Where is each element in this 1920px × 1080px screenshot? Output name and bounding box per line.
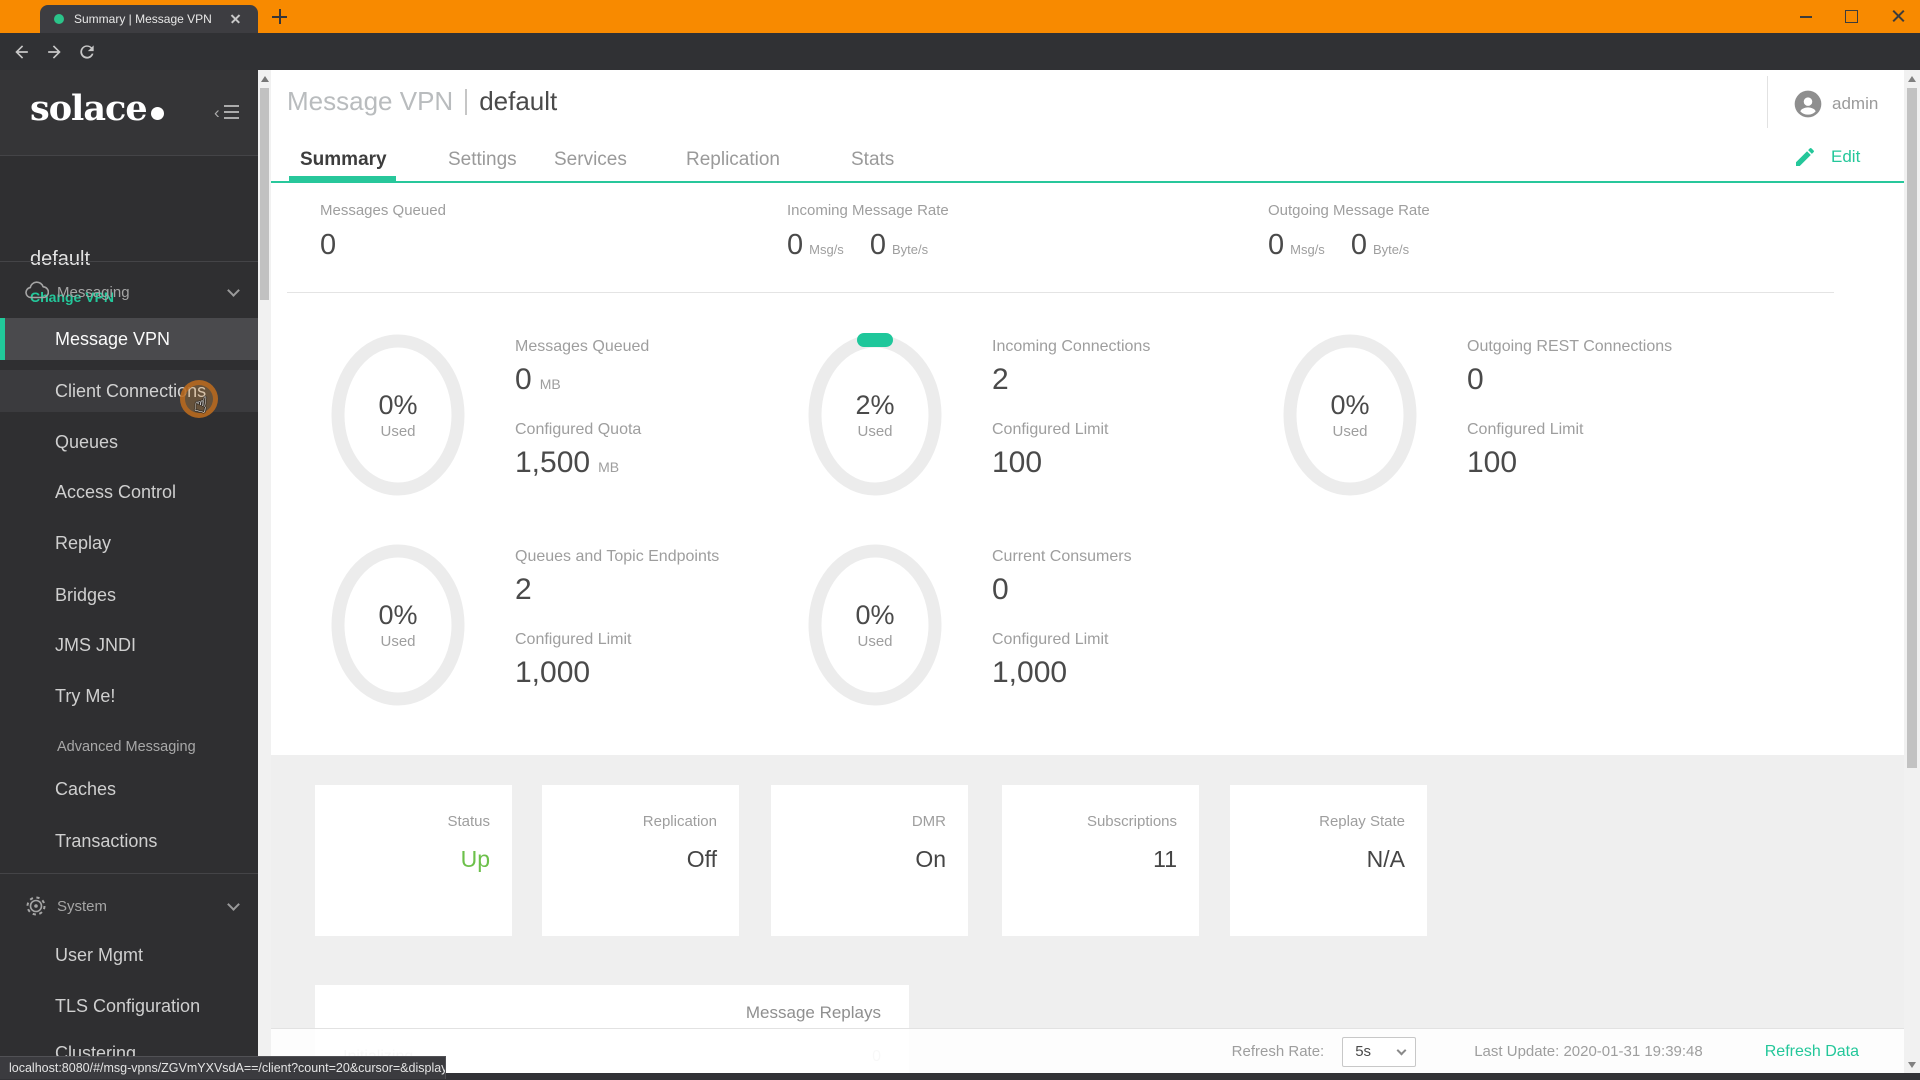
favicon-solace-dot xyxy=(54,14,64,24)
page-title: Message VPN default xyxy=(287,86,557,117)
sidebar-logo-area: solace ‹ xyxy=(0,70,258,155)
cloud-icon xyxy=(25,281,49,299)
page-title-prefix: Message VPN xyxy=(287,86,454,116)
gauge-queues-topic-endpoints: 0% Used Queues and Topic Endpoints 2 Conf… xyxy=(328,540,845,714)
page-scrollbar[interactable] xyxy=(1904,70,1920,1080)
user-menu[interactable]: admin xyxy=(1767,76,1878,128)
sidebar-section-system[interactable]: System xyxy=(0,895,258,919)
section-divider xyxy=(287,292,1834,293)
edit-button[interactable]: Edit xyxy=(1793,145,1860,169)
scroll-up-arrow[interactable] xyxy=(1908,76,1916,82)
gauge-outgoing-rest-connections: 0% Used Outgoing REST Connections 0 Confi… xyxy=(1280,330,1797,504)
sidebar-item-caches[interactable]: Caches xyxy=(55,777,116,801)
message-replays-title: Message Replays xyxy=(745,1003,881,1022)
sidebar-item-queues[interactable]: Queues xyxy=(55,430,118,454)
browser-tab-title: Summary | Message VPN xyxy=(74,12,212,26)
title-divider xyxy=(465,88,468,115)
sidebar-divider xyxy=(0,155,258,156)
window-close-button[interactable] xyxy=(1882,0,1914,33)
tab-summary[interactable]: Summary xyxy=(289,149,396,182)
gear-icon xyxy=(26,896,46,916)
sidebar-item-client-connections[interactable]: Client Connections xyxy=(0,370,258,412)
scrollbar-thumb[interactable] xyxy=(1907,88,1917,768)
donut-chart: 0% Used xyxy=(805,540,945,710)
stat-incoming-rate: Incoming Message Rate 0 Msg/s 0 Byte/s xyxy=(787,202,949,261)
sidebar-item-access-control[interactable]: Access Control xyxy=(55,480,176,504)
solace-logo-dot xyxy=(150,107,164,120)
scrollbar-thumb[interactable] xyxy=(260,88,269,300)
tab-settings[interactable]: Settings xyxy=(448,149,517,171)
gauge-messages-queued: 0% Used Messages Queued 0 MB Configured Qu… xyxy=(328,330,845,504)
screen: Summary | Message VPN localhost:8080/#/m… xyxy=(0,0,1920,1080)
card-dmr: DMR On xyxy=(771,785,968,936)
gauge-current-consumers: 0% Used Current Consumers 0 Configured Li… xyxy=(805,540,1322,714)
tab-stats[interactable]: Stats xyxy=(851,149,894,171)
donut-chart: 0% Used xyxy=(328,330,468,500)
donut-chart: 0% Used xyxy=(1280,330,1420,500)
card-status: Status Up xyxy=(315,785,512,936)
refresh-rate-label: Refresh Rate: xyxy=(1231,1043,1325,1060)
reload-icon[interactable] xyxy=(77,42,97,62)
main-content: Message VPN default admin Summary Settin… xyxy=(271,70,1904,1080)
tab-services[interactable]: Services xyxy=(554,149,627,171)
new-tab-button[interactable] xyxy=(272,9,288,25)
refresh-bar: Refresh Rate: 5s Last Update: 2020-01-31… xyxy=(271,1028,1904,1074)
stat-messages-queued: Messages Queued 0 xyxy=(320,202,446,261)
sidebar-item-bridges[interactable]: Bridges xyxy=(55,583,116,607)
link-status-tooltip: localhost:8080/#/msg-vpns/ZGVmYXVsdA==/c… xyxy=(0,1056,446,1079)
donut-chart: 0% Used xyxy=(328,540,468,710)
forward-icon[interactable] xyxy=(44,42,64,62)
card-replay-state: Replay State N/A xyxy=(1230,785,1427,936)
sidebar-item-transactions[interactable]: Transactions xyxy=(55,829,157,853)
last-update-text: Last Update: 2020-01-31 19:39:48 xyxy=(1474,1043,1703,1060)
window-maximize-button[interactable] xyxy=(1835,0,1867,33)
donut-chart: 2% Used xyxy=(805,330,945,500)
scroll-down-arrow[interactable] xyxy=(1908,1062,1916,1068)
sidebar-scrollbar[interactable] xyxy=(258,70,271,1080)
browser-tab[interactable]: Summary | Message VPN xyxy=(40,5,258,33)
chevron-down-icon xyxy=(227,898,240,911)
scroll-up-arrow[interactable] xyxy=(260,76,269,82)
status-value: Up xyxy=(460,846,490,872)
sidebar-divider xyxy=(0,873,258,874)
tab-close-icon[interactable] xyxy=(228,11,244,27)
sidebar-item-replay[interactable]: Replay xyxy=(55,531,111,555)
page-title-value: default xyxy=(479,86,558,116)
browser-toolbar: localhost:8080/#/msg-vpns/ZGVmYXVsdA==/p… xyxy=(0,33,1920,99)
current-vpn-name: default xyxy=(30,248,91,270)
chevron-down-icon xyxy=(1396,1045,1407,1055)
sidebar-section-messaging[interactable]: Messaging xyxy=(0,281,258,305)
refresh-rate-select[interactable]: 5s xyxy=(1342,1036,1417,1067)
sidebar-item-try-me[interactable]: Try Me! xyxy=(55,684,115,708)
sidebar: solace ‹ default Change VPN Messaging Me… xyxy=(0,70,258,1080)
sidebar-divider xyxy=(0,261,258,262)
sidebar-item-tls-configuration[interactable]: TLS Configuration xyxy=(55,994,200,1018)
user-avatar-icon xyxy=(1794,90,1822,118)
sidebar-item-advanced-messaging[interactable]: Advanced Messaging xyxy=(57,735,196,759)
sidebar-item-message-vpn[interactable]: Message VPN xyxy=(0,318,258,360)
tab-replication[interactable]: Replication xyxy=(686,149,780,171)
sidebar-collapse-icon[interactable]: ‹ xyxy=(214,102,244,122)
card-subscriptions: Subscriptions 11 xyxy=(1002,785,1199,936)
card-replication: Replication Off xyxy=(542,785,739,936)
tab-bar: Summary Settings Services Replication St… xyxy=(271,140,1904,183)
solace-logo: solace xyxy=(30,88,164,129)
username: admin xyxy=(1832,94,1879,113)
gauge-incoming-connections: 2% Used Incoming Connections 2 Configured… xyxy=(805,330,1322,504)
sidebar-item-jms-jndi[interactable]: JMS JNDI xyxy=(55,633,136,657)
donut-used-segment xyxy=(857,333,893,347)
sidebar-item-user-mgmt[interactable]: User Mgmt xyxy=(55,943,143,967)
refresh-data-button[interactable]: Refresh Data xyxy=(1765,1043,1859,1061)
browser-titlebar: Summary | Message VPN xyxy=(0,0,1920,33)
window-minimize-button[interactable] xyxy=(1790,0,1822,33)
back-icon[interactable] xyxy=(12,42,32,62)
pencil-icon xyxy=(1796,147,1814,166)
chevron-down-icon xyxy=(227,284,240,297)
stat-outgoing-rate: Outgoing Message Rate 0 Msg/s 0 Byte/s xyxy=(1268,202,1430,261)
